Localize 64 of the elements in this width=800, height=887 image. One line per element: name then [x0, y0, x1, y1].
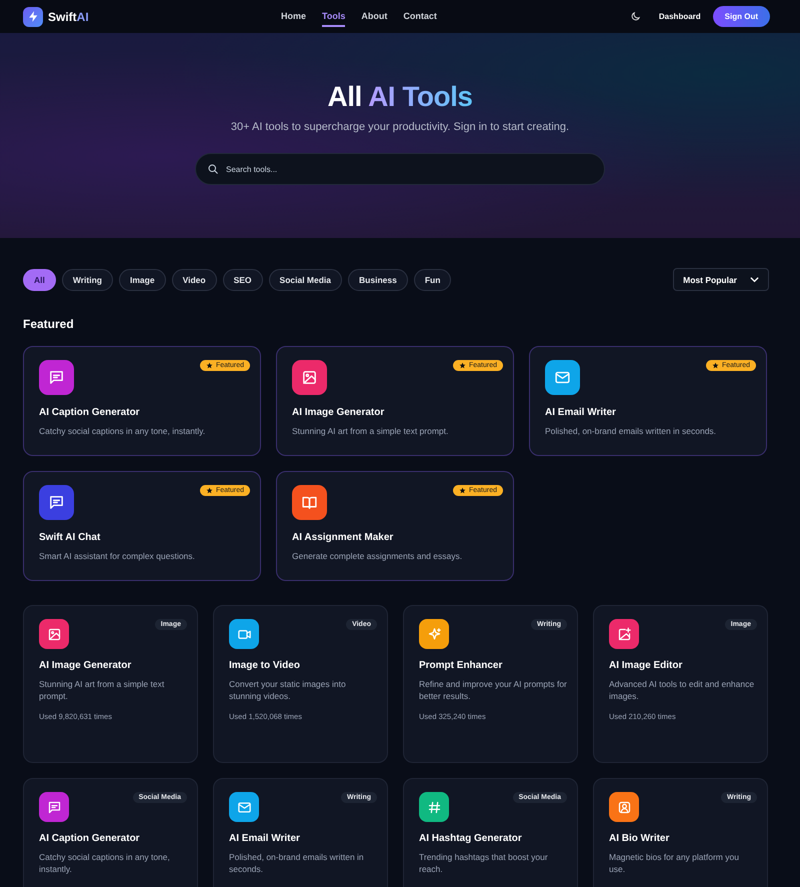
tool-description: Stunning AI art from a simple text prompt.: [39, 678, 166, 702]
tool-title: AI Email Writer: [545, 407, 617, 418]
filter-chip[interactable]: SEO: [222, 268, 263, 290]
tool-description: Catchy social captions in any tone, instantly.: [39, 425, 206, 437]
filter-chip[interactable]: All: [23, 268, 56, 290]
sort-dropdown[interactable]: Most Popular: [673, 268, 769, 291]
nav-link[interactable]: Tools: [322, 6, 346, 26]
tool-title: AI Image Generator: [292, 407, 386, 418]
filter-chip[interactable]: Social Media: [268, 268, 342, 290]
dashboard-link[interactable]: Dashboard: [658, 12, 701, 21]
mail-icon: [236, 800, 252, 814]
image-icon: [301, 369, 318, 386]
filter-chip[interactable]: Video: [172, 268, 217, 290]
hash-icon: [426, 800, 442, 814]
tool-description: Catchy social captions in any tone, instantly.: [39, 851, 171, 875]
tool-title: AI Image Generator: [39, 660, 132, 671]
chat-icon: [48, 369, 65, 386]
chat-icon: [48, 494, 65, 511]
sparkle-icon: [426, 626, 442, 642]
book-icon: [301, 494, 318, 511]
filter-chip[interactable]: Writing: [62, 268, 113, 290]
tool-description: Generate complete assignments and essays.: [292, 550, 464, 562]
tool-description: Polished, on-brand emails written in seconds.: [545, 425, 718, 437]
moon-icon[interactable]: [630, 11, 641, 22]
brand-name[interactable]: SwiftAI: [48, 10, 89, 24]
filter-chip[interactable]: Image: [119, 268, 166, 290]
nav-link[interactable]: Home: [281, 6, 306, 26]
bolt-logo-icon[interactable]: [23, 6, 43, 26]
tool-title: AI Email Writer: [229, 833, 301, 844]
user-icon: [616, 800, 632, 814]
tool-description: Smart AI assistant for complex questions.: [39, 550, 196, 562]
tool-description: Advanced AI tools to edit and enhance images.: [609, 678, 756, 702]
tool-description: Stunning AI art from a simple text prompt.: [292, 425, 450, 437]
chat-icon: [46, 800, 62, 814]
image-icon: [46, 626, 62, 642]
section-heading: Featured: [23, 317, 75, 331]
star-icon: [458, 487, 466, 494]
tool-title: Prompt Enhancer: [419, 660, 504, 671]
tool-description: Magnetic bios for any platform you use.: [609, 851, 740, 875]
tool-title: Image to Video: [229, 660, 301, 671]
sign-out-button[interactable]: Sign Out: [712, 6, 770, 27]
tool-description: Refine and improve your AI prompts for better results.: [419, 678, 567, 702]
tool-description: Polished, on-brand emails written in seconds.: [229, 851, 365, 875]
tool-description: Trending hashtags that boost your reach.: [419, 851, 549, 875]
tool-title: AI Image Editor: [609, 660, 684, 671]
tool-description: Convert your static images into stunning videos.: [229, 678, 347, 702]
star-icon: [712, 362, 719, 369]
tool-title: Swift AI Chat: [39, 532, 102, 543]
star-icon: [458, 362, 466, 369]
star-icon: [206, 487, 213, 494]
nav-link[interactable]: Contact: [403, 6, 437, 26]
tool-title: AI Caption Generator: [39, 833, 141, 844]
filter-chip[interactable]: Fun: [414, 268, 452, 290]
nav-link[interactable]: About: [361, 6, 388, 26]
tool-title: AI Assignment Maker: [292, 532, 394, 543]
star-icon: [206, 362, 213, 369]
tool-title: AI Hashtag Generator: [419, 833, 523, 844]
mail-icon: [554, 369, 571, 386]
search-field[interactable]: Search tools...: [195, 153, 605, 185]
image-plus-icon: [616, 626, 632, 642]
filter-chip[interactable]: Business: [348, 268, 408, 290]
tool-title: AI Bio Writer: [609, 833, 670, 844]
hero-subtitle: 30+ AI tools to supercharge your productivity. Sign in to start creating.: [230, 121, 570, 133]
tool-title: AI Caption Generator: [39, 407, 141, 418]
